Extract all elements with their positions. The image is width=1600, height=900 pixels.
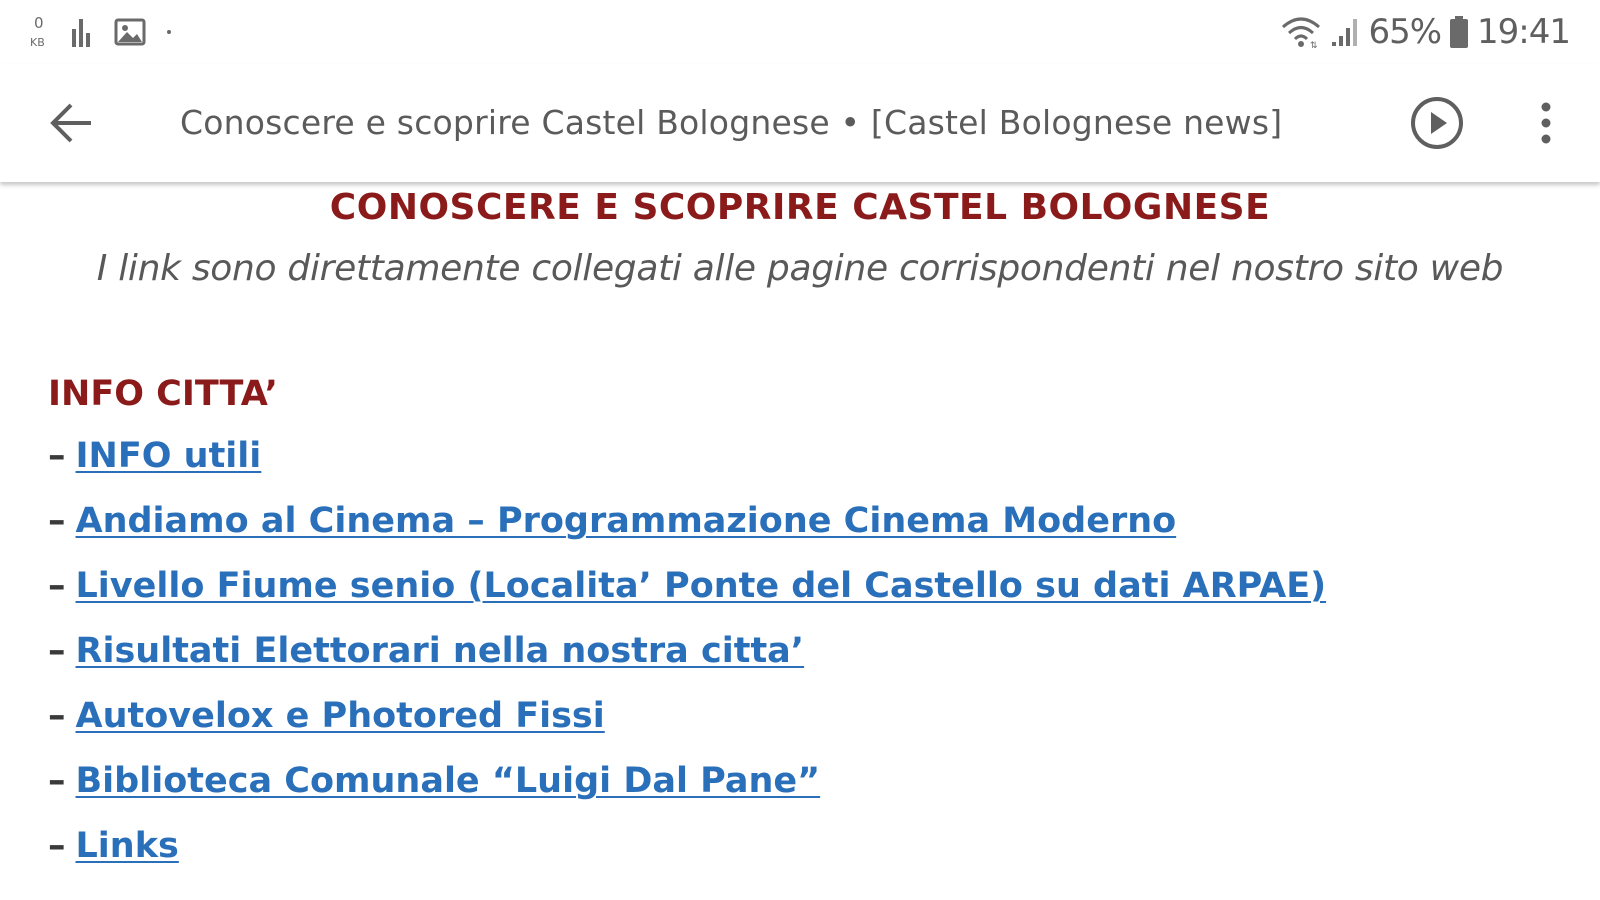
page-subtitle: I link sono direttamente collegati alle … [96,248,1504,289]
list-dash: – [48,436,66,476]
list-dash: – [48,631,66,671]
section-title-info-citta: INFO CITTA’ [48,374,278,414]
status-left-icons: 0 KB [28,10,174,54]
app-bar-title: Conoscere e scoprire Castel Bolognese • … [180,103,1283,142]
svg-text:0: 0 [34,14,44,32]
wifi-icon: ⇅ [1280,15,1322,49]
dot-icon [164,27,174,37]
link-list: – INFO utili – Andiamo al Cinema – Program… [48,432,1326,887]
svg-text:⇅: ⇅ [1310,41,1318,49]
page-heading: CONOSCERE E SCOPRIRE CASTEL BOLOGNESE [329,187,1271,228]
list-item: – Autovelox e Photored Fissi [48,692,1326,757]
link-risultati-elettorali[interactable]: Risultati Elettorari nella nostra citta’ [76,631,805,671]
list-item: – Risultati Elettorari nella nostra citta… [48,627,1326,692]
link-info-utili[interactable]: INFO utili [76,436,262,476]
link-cinema[interactable]: Andiamo al Cinema – Programmazione Cinem… [76,501,1177,541]
list-item: – Livello Fiume senio (Localita’ Ponte de… [48,562,1326,627]
page-content: CONOSCERE E SCOPRIRE CASTEL BOLOGNESE I … [0,182,1600,900]
list-dash: – [48,566,66,606]
play-button[interactable] [1408,94,1466,152]
list-dash: – [48,696,66,736]
list-item: – Biblioteca Comunale “Luigi Dal Pane” [48,757,1326,822]
status-right-icons: ⇅ 65% 19:41 [1280,10,1571,54]
link-links[interactable]: Links [76,826,179,866]
list-item: – Andiamo al Cinema – Programmazione Cine… [48,497,1326,562]
arrow-left-icon [50,103,91,143]
back-button[interactable] [40,92,102,154]
list-item: – INFO utili [48,432,1326,497]
list-dash: – [48,826,66,866]
battery-icon [1449,15,1469,49]
signal-icon [1330,16,1360,48]
phone-screen: 0 KB ⇅ 65% 19:41 Conoscere e scoprire Ca… [0,0,1600,900]
more-vert-icon [1541,102,1551,144]
list-dash: – [48,501,66,541]
status-bar: 0 KB ⇅ 65% 19:41 [0,0,1600,64]
svg-text:KB: KB [30,36,45,49]
battery-percent: 65% [1368,12,1442,52]
link-biblioteca[interactable]: Biblioteca Comunale “Luigi Dal Pane” [76,761,821,801]
image-icon [114,17,146,47]
list-item: – Links [48,822,1326,887]
list-dash: – [48,761,66,801]
link-autovelox[interactable]: Autovelox e Photored Fissi [76,696,605,736]
status-time: 19:41 [1477,12,1571,52]
bar-chart-icon [70,15,96,49]
app-bar: Conoscere e scoprire Castel Bolognese • … [0,64,1600,182]
play-circle-icon [1411,97,1463,149]
link-livello-fiume[interactable]: Livello Fiume senio (Localita’ Ponte del… [76,566,1327,606]
more-options-button[interactable] [1520,92,1572,154]
data-usage-icon: 0 KB [28,12,52,52]
